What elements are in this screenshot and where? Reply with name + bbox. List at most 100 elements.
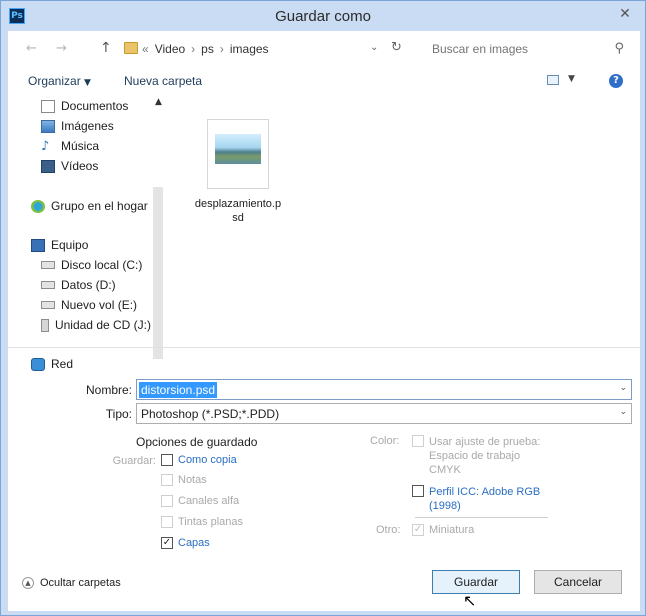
image-preview — [215, 134, 261, 164]
sidebar-item-label: Vídeos — [61, 159, 99, 173]
up-arrow-icon[interactable]: ↑ — [100, 40, 112, 56]
file-thumbnail — [207, 119, 269, 189]
icc-profile-option[interactable]: Perfil ICC: Adobe RGB (1998) — [412, 485, 540, 513]
sidebar-item-label: Grupo en el hogar — [51, 199, 148, 213]
file-name-input[interactable]: distorsion.psd — [139, 382, 218, 398]
proof-setup-detail: Espacio de trabajo — [429, 450, 521, 462]
sidebar-item-label: Disco local (C:) — [61, 258, 143, 272]
view-options-icon[interactable] — [547, 75, 559, 85]
sidebar-item-nuevo-vol-e[interactable]: Nuevo vol (E:) — [41, 298, 137, 312]
search-icon[interactable]: ⚲ — [614, 41, 624, 56]
mouse-cursor-icon: ↖ — [463, 591, 477, 610]
save-label: Guardar: — [112, 455, 156, 467]
alpha-channels-checkbox — [161, 495, 173, 507]
chevron-down-icon[interactable]: ⌄ — [619, 383, 627, 393]
file-type-label: Tipo: — [105, 407, 132, 421]
hide-folders-label: Ocultar carpetas — [40, 577, 121, 589]
computer-icon — [31, 238, 45, 252]
thumbnail-option: ✓ Miniatura — [412, 524, 474, 536]
command-bar: Organizar ▼ Nueva carpeta ▼ ? — [8, 69, 640, 93]
chevron-down-icon[interactable]: ⌄ — [619, 407, 627, 417]
caret-down-icon[interactable]: ▼ — [568, 74, 575, 84]
search-box[interactable]: ⚲ — [424, 37, 630, 61]
close-button[interactable]: ✕ — [611, 3, 639, 25]
cd-drive-icon — [41, 318, 49, 332]
file-name-label: Nombre: — [85, 383, 132, 397]
sidebar-item-computer[interactable]: Equipo — [31, 238, 88, 252]
save-as-dialog: Ps Guardar como ✕ ← → ↑ « Video › ps › i… — [0, 0, 646, 616]
chevron-right-icon: › — [191, 42, 196, 56]
file-name-field[interactable]: distorsion.psd ⌄ — [136, 379, 632, 400]
breadcrumb-video[interactable]: Video — [155, 42, 185, 56]
folder-icon — [124, 42, 138, 54]
cancel-button[interactable]: Cancelar — [534, 570, 622, 594]
file-type-value: Photoshop (*.PSD;*.PDD) — [141, 407, 280, 421]
icc-profile-checkbox[interactable] — [412, 485, 424, 497]
sidebar-item-datos-d[interactable]: Datos (D:) — [41, 278, 116, 292]
file-type-select[interactable]: Photoshop (*.PSD;*.PDD) ⌄ — [136, 403, 632, 424]
drive-icon — [41, 281, 55, 289]
chevron-up-icon: ▲ — [22, 577, 34, 589]
spot-colors-option: Tintas planas — [161, 516, 243, 528]
notes-checkbox — [161, 474, 173, 486]
navigation-pane: ▲ ▼ Documentos Imágenes ♪ Música Vídeos — [8, 93, 166, 399]
sidebar-item-pictures[interactable]: Imágenes — [41, 119, 114, 133]
breadcrumb-ps[interactable]: ps — [201, 42, 214, 56]
layers-label[interactable]: Capas — [178, 537, 210, 549]
drive-icon — [41, 301, 55, 309]
breadcrumb-overflow[interactable]: « — [142, 42, 149, 56]
hide-folders-toggle[interactable]: ▲ Ocultar carpetas — [22, 577, 121, 589]
forward-arrow-icon[interactable]: → — [56, 41, 67, 56]
sidebar-item-label: Imágenes — [61, 119, 114, 133]
sidebar-item-label: Nuevo vol (E:) — [61, 298, 138, 312]
proof-setup-space: CMYK — [429, 464, 461, 476]
nav-scrollbar-thumb[interactable] — [153, 187, 163, 359]
caret-down-icon: ▼ — [84, 78, 91, 88]
chevron-down-icon[interactable]: ⌄ — [370, 42, 378, 53]
sidebar-item-documents[interactable]: Documentos — [41, 99, 128, 113]
network-icon — [31, 357, 45, 371]
layers-option[interactable]: ✓ Capas — [161, 537, 210, 549]
back-arrow-icon[interactable]: ← — [26, 41, 37, 56]
file-item[interactable]: desplazamiento.p sd — [188, 119, 288, 225]
sidebar-item-cd-drive[interactable]: Unidad de CD (J:) — [41, 318, 151, 332]
search-input[interactable] — [424, 37, 630, 61]
chevron-right-icon: › — [219, 42, 224, 56]
thumbnail-label: Miniatura — [429, 524, 475, 536]
icc-profile-label[interactable]: Perfil ICC: Adobe RGB — [429, 486, 540, 498]
title-bar[interactable]: Ps Guardar como ✕ — [1, 1, 645, 31]
sidebar-item-label: Unidad de CD (J:) — [54, 318, 151, 332]
breadcrumb-images[interactable]: images — [230, 42, 269, 56]
music-icon: ♪ — [41, 138, 50, 154]
thumbnail-checkbox: ✓ — [412, 524, 424, 536]
proof-setup-checkbox — [412, 435, 424, 447]
organize-menu[interactable]: Organizar ▼ — [28, 74, 91, 88]
documents-icon — [41, 99, 55, 113]
divider — [415, 517, 548, 518]
sidebar-item-local-disk-c[interactable]: Disco local (C:) — [41, 258, 142, 272]
breadcrumb[interactable]: « Video › ps › images — [142, 42, 269, 56]
as-copy-checkbox[interactable] — [161, 454, 173, 466]
spot-colors-checkbox — [161, 516, 173, 528]
local-disk-icon — [41, 261, 55, 269]
sidebar-item-label: Documentos — [61, 99, 129, 113]
notes-option: Notas — [161, 474, 207, 486]
sidebar-item-label: Música — [61, 139, 100, 153]
layers-checkbox[interactable]: ✓ — [161, 537, 173, 549]
other-label: Otro: — [376, 524, 401, 536]
sidebar-item-label: Red — [51, 357, 74, 371]
alpha-channels-option: Canales alfa — [161, 495, 239, 507]
refresh-icon[interactable]: ↻ — [391, 40, 402, 55]
sidebar-item-network[interactable]: Red — [31, 357, 73, 371]
new-folder-button[interactable]: Nueva carpeta — [124, 74, 202, 88]
sidebar-item-music[interactable]: ♪ Música — [41, 139, 99, 153]
scroll-up-arrow-icon[interactable]: ▲ — [155, 97, 162, 107]
as-copy-option[interactable]: Como copia — [161, 454, 237, 466]
as-copy-label[interactable]: Como copia — [178, 454, 237, 466]
sidebar-item-videos[interactable]: Vídeos — [41, 159, 98, 173]
icc-profile-detail[interactable]: (1998) — [429, 500, 461, 512]
sidebar-item-label: Equipo — [51, 238, 89, 252]
sidebar-item-homegroup[interactable]: Grupo en el hogar — [31, 199, 148, 213]
help-icon[interactable]: ? — [609, 74, 623, 88]
alpha-channels-label: Canales alfa — [178, 495, 240, 507]
